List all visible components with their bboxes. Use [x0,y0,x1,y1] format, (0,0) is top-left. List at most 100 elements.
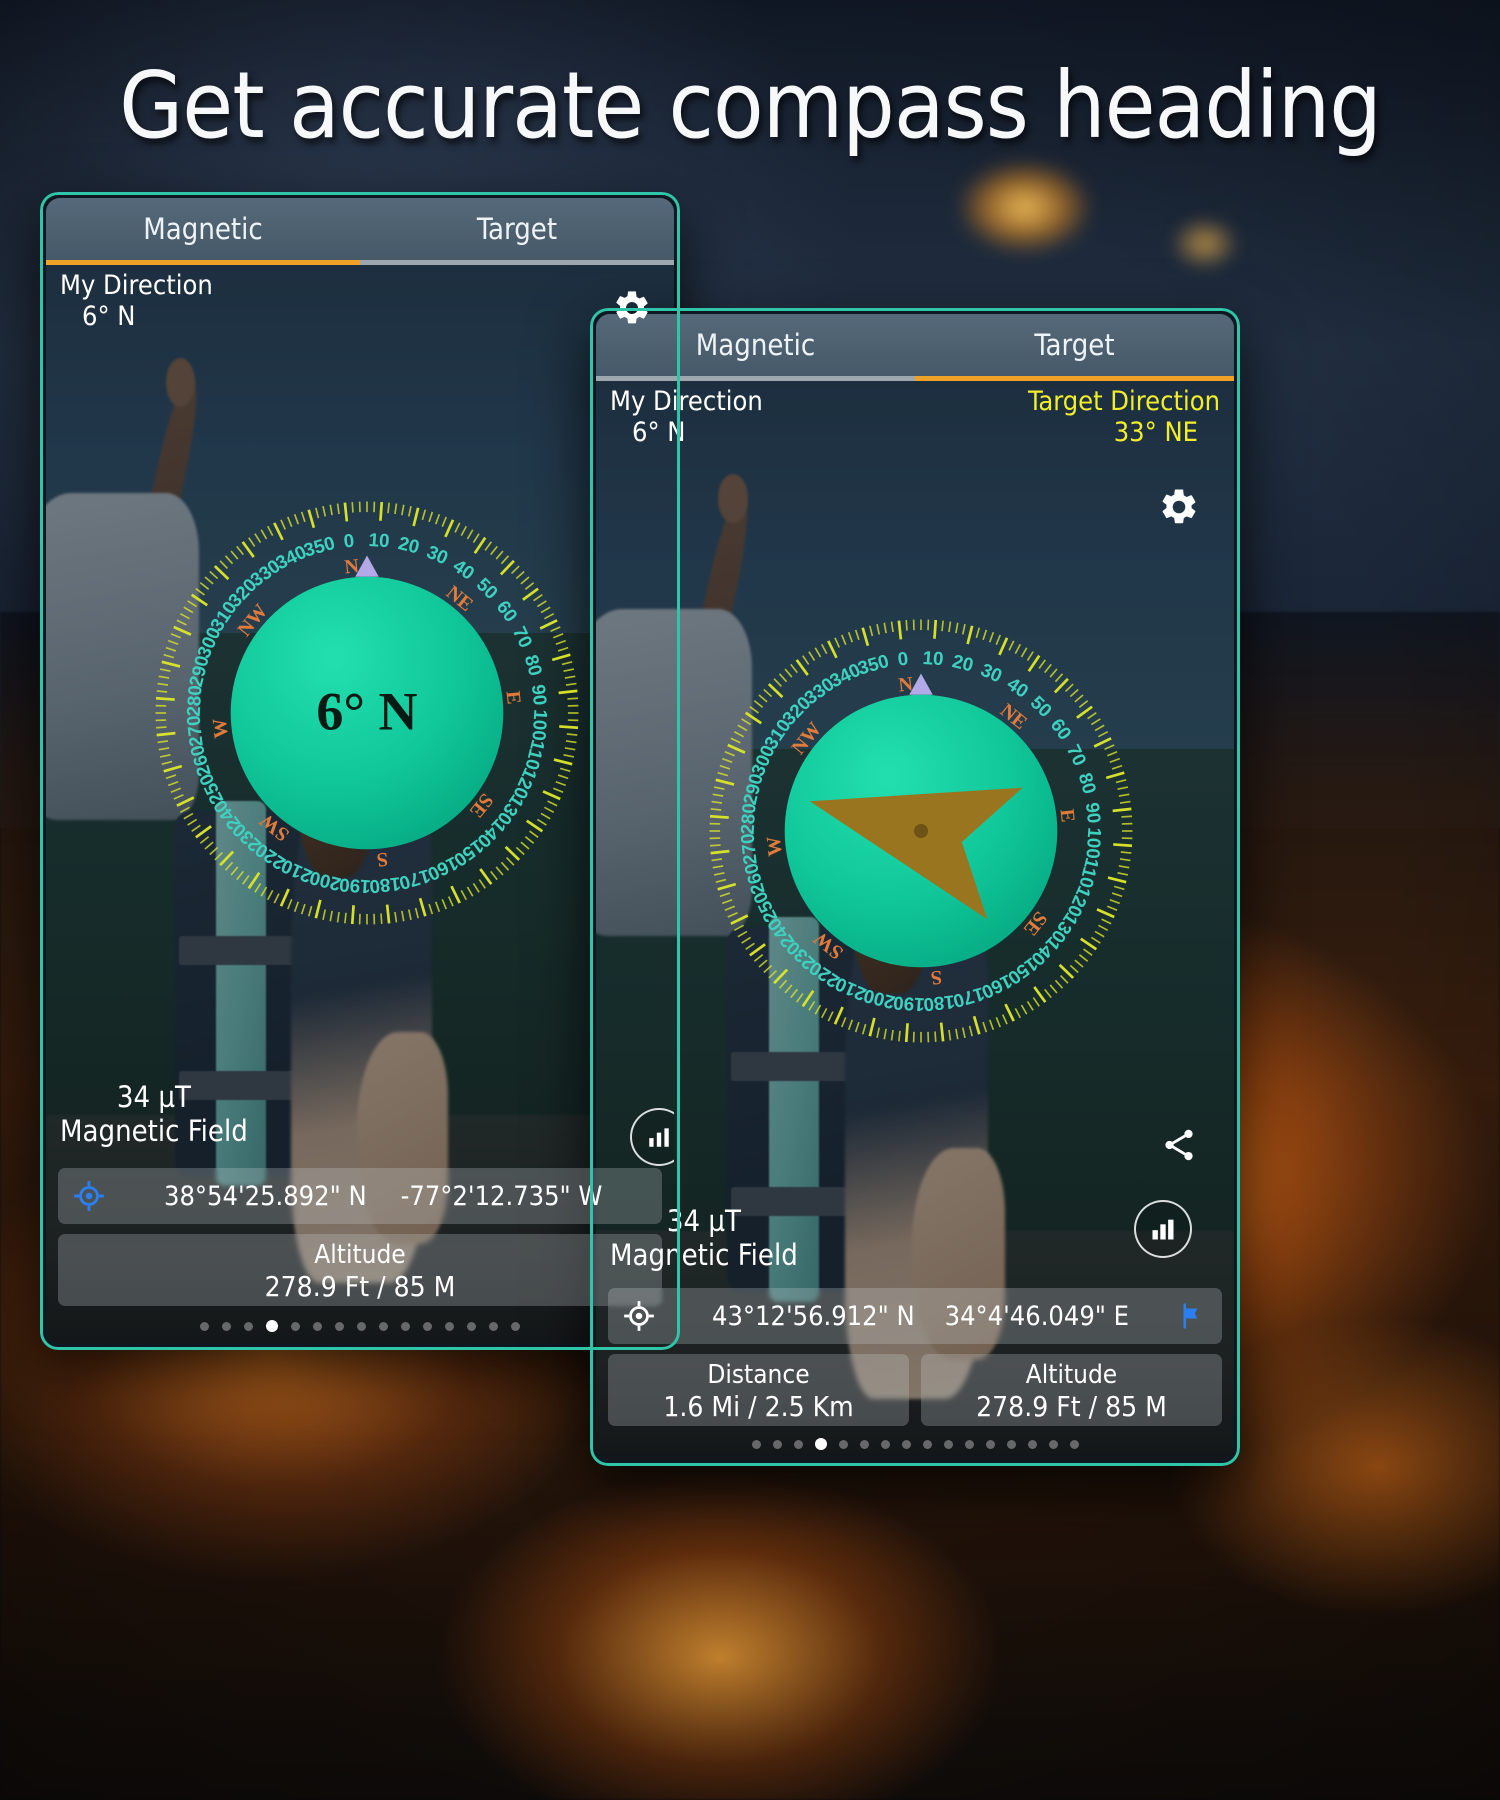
pager-dot[interactable] [751,1439,761,1449]
pager-dot[interactable] [489,1321,498,1331]
phone-screenshot-magnetic: Magnetic Target My Direction 6° N 0 10 20 3… [40,192,680,1350]
distance-value: 1.6 Mi / 2.5 Km [663,1390,854,1423]
phone2-altitude-bar[interactable]: Altitude 278.9 Ft / 85 M [921,1354,1222,1426]
pager-dot[interactable] [859,1439,869,1449]
pager-dot[interactable] [964,1439,974,1449]
gear-icon [616,291,648,324]
pager-dot[interactable] [291,1321,300,1331]
tab-magnetic-label-2: Magnetic [695,328,816,362]
pager-dot[interactable] [401,1321,410,1331]
phone1-screen: Magnetic Target My Direction 6° N 0 10 20 3… [46,198,674,1344]
svg-text:E: E [502,690,525,706]
pager-dot[interactable] [793,1439,803,1449]
pager-dot[interactable] [313,1321,322,1331]
my-direction-block-2: My Direction 6° N [610,386,763,448]
pager-dot[interactable] [1027,1439,1037,1449]
svg-text:270: 270 [183,714,207,747]
share-icon [1165,1129,1193,1161]
pager-dot[interactable] [814,1438,827,1450]
svg-text:40: 40 [449,555,478,584]
settings-button-2[interactable] [1154,482,1204,532]
pager-dot[interactable] [244,1321,253,1331]
statistics-button[interactable] [1134,1200,1192,1258]
tab-magnetic[interactable]: Magnetic [46,198,360,260]
settings-button[interactable] [606,282,658,334]
my-direction-block: My Direction 6° N [60,270,213,332]
svg-text:100: 100 [528,709,551,742]
phone1-altitude-bar[interactable]: Altitude 278.9 Ft / 85 M [58,1234,662,1306]
phone1-pager-dots[interactable] [46,1320,674,1332]
phone2-screen: Magnetic Target My Direction 6° N Target… [596,314,1234,1460]
page-title: Get accurate compass heading [119,52,1382,159]
phone1-tab-indicator [46,260,674,265]
altitude-label-2: Altitude [1025,1360,1118,1390]
tab-target-2[interactable]: Target [915,314,1234,376]
magnetic-field-label-2: Magnetic Field [610,1238,798,1272]
pager-dot[interactable] [511,1321,520,1331]
pager-dot[interactable] [335,1321,344,1331]
phone2-distance-bar[interactable]: Distance 1.6 Mi / 2.5 Km [608,1354,909,1426]
phone1-coordinates-bar[interactable]: 38°54'25.892" N -77°2'12.735" W [58,1168,662,1224]
pager-dot[interactable] [1069,1439,1079,1449]
pager-dot[interactable] [922,1439,932,1449]
pager-dot[interactable] [445,1321,454,1331]
svg-text:20: 20 [950,650,975,675]
gear-icon [1162,489,1196,524]
compass-heading-text: 6° N [316,681,417,741]
my-direction-title: My Direction [60,270,213,301]
pager-dot[interactable] [880,1439,890,1449]
pager-dot[interactable] [467,1321,476,1331]
distance-label: Distance [707,1360,810,1390]
tab-target[interactable]: Target [360,198,674,260]
pager-dot[interactable] [838,1439,848,1449]
svg-text:180: 180 [922,991,955,1015]
compass-dial-svg: 0 10 20 30405060708090100110120130140150160… [155,501,579,925]
share-button[interactable] [1154,1120,1204,1170]
target-direction-title: Target Direction [1027,386,1220,417]
tab-indicator-inactive [360,260,674,265]
pager-dot[interactable] [423,1321,432,1331]
pager-dot[interactable] [200,1321,209,1331]
phone2-coordinates-bar[interactable]: 43°12'56.912" N 34°4'46.049" E [608,1288,1222,1344]
pager-dot[interactable] [357,1321,366,1331]
svg-text:260: 260 [186,743,215,779]
phone2-tab-indicator [596,376,1234,381]
svg-text:100: 100 [1082,827,1105,860]
pager-dot[interactable] [985,1439,995,1449]
pager-dot[interactable] [1006,1439,1016,1449]
svg-text:280: 280 [183,685,206,718]
svg-text:190: 190 [893,992,926,1015]
pager-dot[interactable] [772,1439,782,1449]
svg-text:E: E [1056,808,1079,824]
phone2-compass[interactable]: 0 10 20 30 40 50 60 70 80 90 100 110 120 130 140 150 160… [686,596,1156,1066]
pager-dot[interactable] [1048,1439,1058,1449]
pager-dot[interactable] [266,1320,278,1332]
tab-target-label: Target [476,212,558,246]
pager-dot[interactable] [222,1321,231,1331]
svg-text:10: 10 [922,647,944,669]
pager-dot[interactable] [901,1439,911,1449]
svg-text:270: 270 [737,832,761,865]
svg-text:70: 70 [509,623,537,651]
compass-dial-svg-2: 0 10 20 30405060708090100110120130140150160… [709,619,1133,1043]
svg-text:260: 260 [740,861,769,897]
target-direction-value: 33° NE [1113,417,1198,448]
svg-text:190: 190 [339,874,372,897]
svg-text:W: W [763,835,787,857]
chart-icon [649,1128,669,1147]
tab-magnetic-label: Magnetic [143,212,263,246]
tab-indicator-active-2 [915,376,1234,381]
phone2-magnetic-field: 34 µT Magnetic Field [610,1204,798,1272]
svg-text:10: 10 [368,529,390,551]
phone1-compass[interactable]: 0 10 20 30 40 50 60 70 80 90 100 110 120 130 140 150 160… [132,478,602,948]
svg-text:90: 90 [528,683,551,706]
altitude-label: Altitude [314,1240,406,1270]
my-direction-value: 6° N [82,301,136,332]
phone2-pager-dots[interactable] [596,1438,1234,1450]
pager-dot[interactable] [379,1321,388,1331]
pager-dot[interactable] [943,1439,953,1449]
altitude-value: 278.9 Ft / 85 M [264,1270,456,1303]
svg-text:60: 60 [1047,714,1076,743]
phone-screenshot-target: Magnetic Target My Direction 6° N Target… [590,308,1240,1466]
phone1-direction-row: My Direction 6° N [46,270,674,340]
